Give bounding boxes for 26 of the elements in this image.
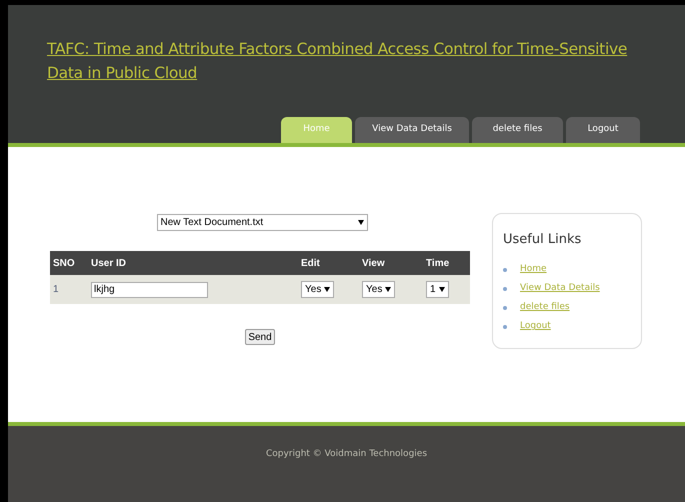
useful-links-heading: Useful Links xyxy=(503,231,582,249)
column-header: Time xyxy=(426,258,450,268)
user-id-field[interactable]: lkjhg xyxy=(91,282,208,298)
bullet-icon xyxy=(503,306,507,310)
column-header: Edit xyxy=(301,258,320,268)
bullet-icon xyxy=(503,287,507,291)
dropdown-arrow-icon xyxy=(438,287,445,292)
column-header: SNO xyxy=(53,258,75,268)
column-header: User ID xyxy=(91,258,126,268)
select-dropdown[interactable]: 1 xyxy=(426,281,449,298)
select-dropdown[interactable]: Yes xyxy=(362,281,396,298)
bullet-icon xyxy=(503,325,507,329)
dropdown-arrow-icon xyxy=(324,287,330,292)
nav-tab[interactable]: Logout xyxy=(566,117,640,143)
table-cell: 1 xyxy=(53,284,59,295)
site-title-link[interactable]: TAFC: Time and Attribute Factors Combined Access Control for Time-Sensitive Data in Public Cloud xyxy=(47,37,647,85)
dropdown-arrow-icon xyxy=(385,287,392,292)
nav-tab[interactable]: delete files xyxy=(472,117,563,143)
nav-tab[interactable]: View Data Details xyxy=(355,117,469,143)
select-dropdown[interactable]: Yes xyxy=(301,281,334,298)
file-dropdown[interactable]: New Text Document.txt xyxy=(156,214,368,231)
copyright-text: Copyright © Voidmain Technologies xyxy=(266,448,428,460)
send-button[interactable]: Send xyxy=(245,329,275,345)
column-header: View xyxy=(362,258,385,268)
bullet-icon xyxy=(503,268,507,272)
dropdown-arrow-icon xyxy=(358,220,364,225)
